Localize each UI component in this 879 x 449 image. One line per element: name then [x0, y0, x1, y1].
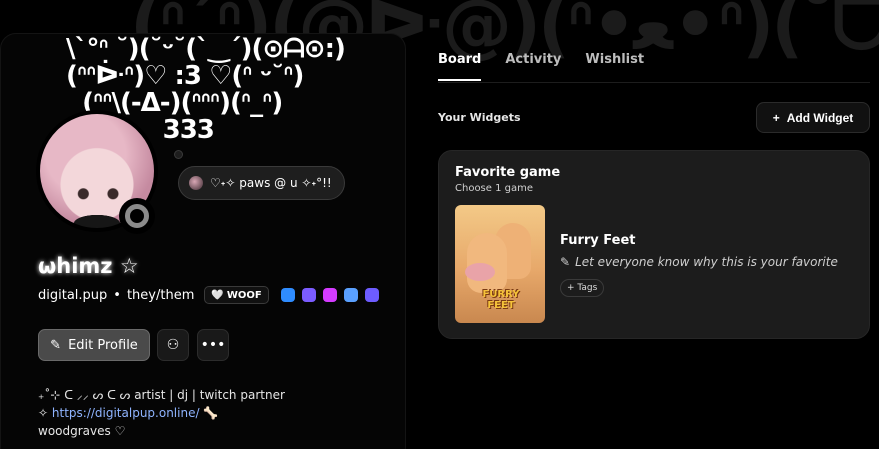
bio-line-3: woodgraves ♡	[38, 424, 126, 438]
tab-wishlist[interactable]: Wishlist	[585, 52, 644, 81]
pencil-icon: ✎	[50, 337, 62, 353]
tabs-divider	[438, 82, 870, 83]
pronouns: they/them	[126, 287, 195, 303]
guild-tag-label: WOOF	[226, 289, 262, 301]
bone-icon: 🦴	[203, 406, 219, 420]
star-badge-icon[interactable]	[364, 288, 379, 302]
add-tags-button[interactable]: + Tags	[560, 279, 605, 297]
tab-board[interactable]: Board	[438, 52, 482, 81]
edit-profile-button[interactable]: ✎ Edit Profile	[38, 329, 150, 361]
status-indicator-icon	[119, 198, 155, 234]
widget-title: Favorite game	[455, 165, 561, 180]
sparkle-icon: ✧	[38, 406, 49, 420]
plus-icon: +	[772, 110, 780, 125]
status-mini-avatar	[189, 176, 203, 190]
add-widget-button[interactable]: + Add Widget	[756, 102, 870, 133]
more-options-button[interactable]: •••	[197, 329, 229, 361]
display-name: ωhimz ☆	[38, 254, 139, 278]
pencil-icon: ✎	[560, 255, 571, 269]
game-cover-logo: FURRY FEET	[482, 289, 520, 311]
game-name: Furry Feet	[560, 233, 636, 248]
profile-meta-row: digital.pup • they/them 🤍 WOOF	[38, 286, 379, 304]
favorite-game-widget[interactable]: Favorite game Choose 1 game FURRY FEET F…	[438, 150, 870, 339]
profile-tabs: Board Activity Wishlist	[438, 52, 644, 81]
custom-status-bubble[interactable]: ♡˖✧ paws @ u ✧˖°!!	[178, 166, 345, 200]
username: digital.pup	[38, 287, 108, 303]
favorite-reason-placeholder: Let everyone know why this is your favor…	[575, 255, 838, 269]
widgets-section-label: Your Widgets	[438, 111, 521, 124]
gear-badge-icon[interactable]	[343, 288, 358, 302]
game-cover-image[interactable]: FURRY FEET	[455, 205, 545, 323]
meta-separator: •	[113, 287, 121, 303]
bio-website-link[interactable]: https://digitalpup.online/	[52, 406, 200, 420]
orb-badge-icon[interactable]	[280, 288, 295, 302]
edit-profile-label: Edit Profile	[68, 337, 138, 353]
shield-badge-icon[interactable]	[301, 288, 316, 302]
status-text: ♡˖✧ paws @ u ✧˖°!!	[210, 176, 332, 190]
add-widget-label: Add Widget	[786, 110, 854, 125]
heart-icon: 🤍	[211, 289, 224, 301]
widget-subtitle: Choose 1 game	[455, 183, 534, 194]
bio-line-1: ₊˚⊹ ᑕ ⸝⸝ ᔕ ᑕ ᔕ artist | dj | twitch part…	[38, 388, 285, 402]
people-icon: ⚇	[166, 337, 180, 353]
tab-activity[interactable]: Activity	[505, 52, 561, 81]
bio-line-2: ✧ https://digitalpup.online/ 🦴	[38, 404, 285, 422]
guild-tag-pill[interactable]: 🤍 WOOF	[204, 286, 269, 304]
cover-paw-art	[465, 263, 495, 281]
status-bubble-tail	[174, 150, 183, 159]
gem-badge-icon[interactable]	[322, 288, 337, 302]
bio: ₊˚⊹ ᑕ ⸝⸝ ᔕ ᑕ ᔕ artist | dj | twitch part…	[38, 386, 285, 440]
friends-button[interactable]: ⚇	[157, 329, 189, 361]
ellipsis-icon: •••	[200, 337, 226, 353]
badge-list	[280, 288, 379, 302]
favorite-reason-input[interactable]: ✎ Let everyone know why this is your fav…	[560, 255, 838, 269]
